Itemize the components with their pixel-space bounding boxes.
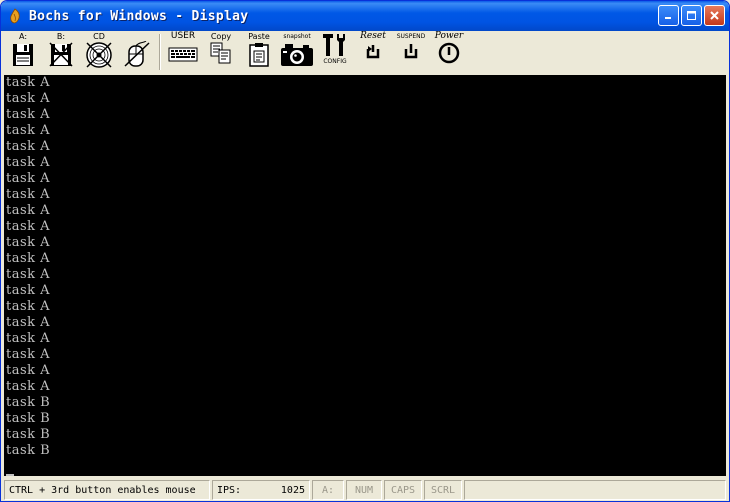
user-label: USER bbox=[170, 31, 196, 41]
console-line: task A bbox=[6, 187, 51, 202]
reset-label: Reset bbox=[360, 31, 386, 41]
mouse-capture-button[interactable] bbox=[118, 32, 156, 72]
power-label: Power bbox=[434, 31, 464, 41]
camera-icon bbox=[281, 44, 313, 66]
maximize-icon bbox=[687, 11, 696, 20]
cdrom-label: CD bbox=[93, 32, 105, 41]
console-line: task B bbox=[6, 411, 51, 426]
toolbar: A: B: CD USER Copy Paste snapshot CONFIG… bbox=[4, 31, 726, 73]
suspend-button[interactable]: SUSPEND bbox=[392, 32, 430, 72]
snapshot-button[interactable]: snapshot bbox=[278, 32, 316, 72]
status-mouse-hint: CTRL + 3rd button enables mouse bbox=[4, 480, 210, 500]
console-line: task A bbox=[6, 251, 51, 266]
console-line: task B bbox=[6, 395, 51, 410]
console-line: task A bbox=[6, 75, 51, 90]
floppy-b-label: B: bbox=[56, 32, 66, 41]
status-ips: IPS: 1025 bbox=[212, 480, 310, 500]
status-drive-a: A: bbox=[312, 480, 344, 500]
mouse-disabled-icon bbox=[124, 41, 150, 67]
console-line: task A bbox=[6, 331, 51, 346]
paste-label: Paste bbox=[248, 32, 270, 41]
floppy-b-button[interactable]: B: bbox=[42, 32, 80, 72]
console-line: task A bbox=[6, 171, 51, 186]
snapshot-label: snapshot bbox=[283, 33, 311, 40]
keyboard-icon bbox=[168, 47, 198, 62]
floppy-disk-icon bbox=[13, 44, 33, 66]
window-title: Bochs for Windows - Display bbox=[29, 8, 249, 24]
console-line: task A bbox=[6, 379, 51, 394]
status-caps-lock: CAPS bbox=[384, 480, 422, 500]
maximize-button[interactable] bbox=[681, 5, 702, 26]
console-line: task A bbox=[6, 203, 51, 218]
console-line: task A bbox=[6, 155, 51, 170]
floppy-a-button[interactable]: A: bbox=[4, 32, 42, 72]
ips-label: IPS: bbox=[217, 484, 242, 496]
suspend-icon bbox=[404, 44, 418, 59]
config-label: CONFIG bbox=[323, 58, 347, 65]
minimize-button[interactable] bbox=[658, 5, 679, 26]
vga-display[interactable]: task Atask Atask Atask Atask Atask Atask… bbox=[4, 75, 726, 476]
copy-icon bbox=[210, 42, 231, 64]
title-bar[interactable]: Bochs for Windows - Display bbox=[1, 1, 729, 31]
bochs-app-icon[interactable] bbox=[7, 8, 23, 24]
status-scroll-lock: SCRL bbox=[424, 480, 462, 500]
console-line: task B bbox=[6, 427, 51, 442]
status-num-lock: NUM bbox=[346, 480, 382, 500]
console-line: task A bbox=[6, 219, 51, 234]
close-button[interactable] bbox=[704, 5, 725, 26]
console-line: task A bbox=[6, 299, 51, 314]
console-line: task A bbox=[6, 283, 51, 298]
toolbar-separator bbox=[159, 34, 161, 70]
text-cursor bbox=[6, 474, 14, 476]
floppy-a-label: A: bbox=[18, 32, 28, 41]
status-empty-panel bbox=[464, 480, 726, 500]
console-output: task Atask Atask Atask Atask Atask Atask… bbox=[4, 75, 726, 459]
ips-value: 1025 bbox=[280, 484, 305, 496]
console-line: task A bbox=[6, 235, 51, 250]
config-tools-icon bbox=[323, 34, 345, 56]
copy-label: Copy bbox=[210, 32, 232, 41]
console-line: task A bbox=[6, 267, 51, 282]
console-line: task A bbox=[6, 91, 51, 106]
console-line: task B bbox=[6, 443, 51, 458]
power-icon bbox=[438, 42, 460, 64]
minimize-icon bbox=[665, 17, 671, 19]
user-button[interactable]: USER bbox=[164, 32, 202, 72]
cdrom-eject-icon bbox=[86, 42, 112, 68]
copy-button[interactable]: Copy bbox=[202, 32, 240, 72]
bochs-window: Bochs for Windows - Display A: B: CD USE… bbox=[0, 0, 730, 502]
cdrom-button[interactable]: CD bbox=[80, 32, 118, 72]
config-button[interactable]: CONFIG bbox=[316, 32, 354, 72]
power-button[interactable]: Power bbox=[430, 32, 468, 72]
suspend-label: SUSPEND bbox=[396, 33, 426, 40]
console-line: task A bbox=[6, 107, 51, 122]
console-line: task A bbox=[6, 347, 51, 362]
console-line: task A bbox=[6, 315, 51, 330]
reset-button[interactable]: Reset bbox=[354, 32, 392, 72]
paste-button[interactable]: Paste bbox=[240, 32, 278, 72]
console-line: task A bbox=[6, 139, 51, 154]
console-line: task A bbox=[6, 363, 51, 378]
floppy-disk-eject-icon bbox=[49, 42, 73, 67]
reset-icon bbox=[366, 45, 380, 59]
close-icon bbox=[710, 11, 719, 20]
console-line: task A bbox=[6, 123, 51, 138]
paste-clipboard-icon bbox=[249, 43, 269, 67]
status-bar: CTRL + 3rd button enables mouse IPS: 102… bbox=[4, 480, 726, 500]
